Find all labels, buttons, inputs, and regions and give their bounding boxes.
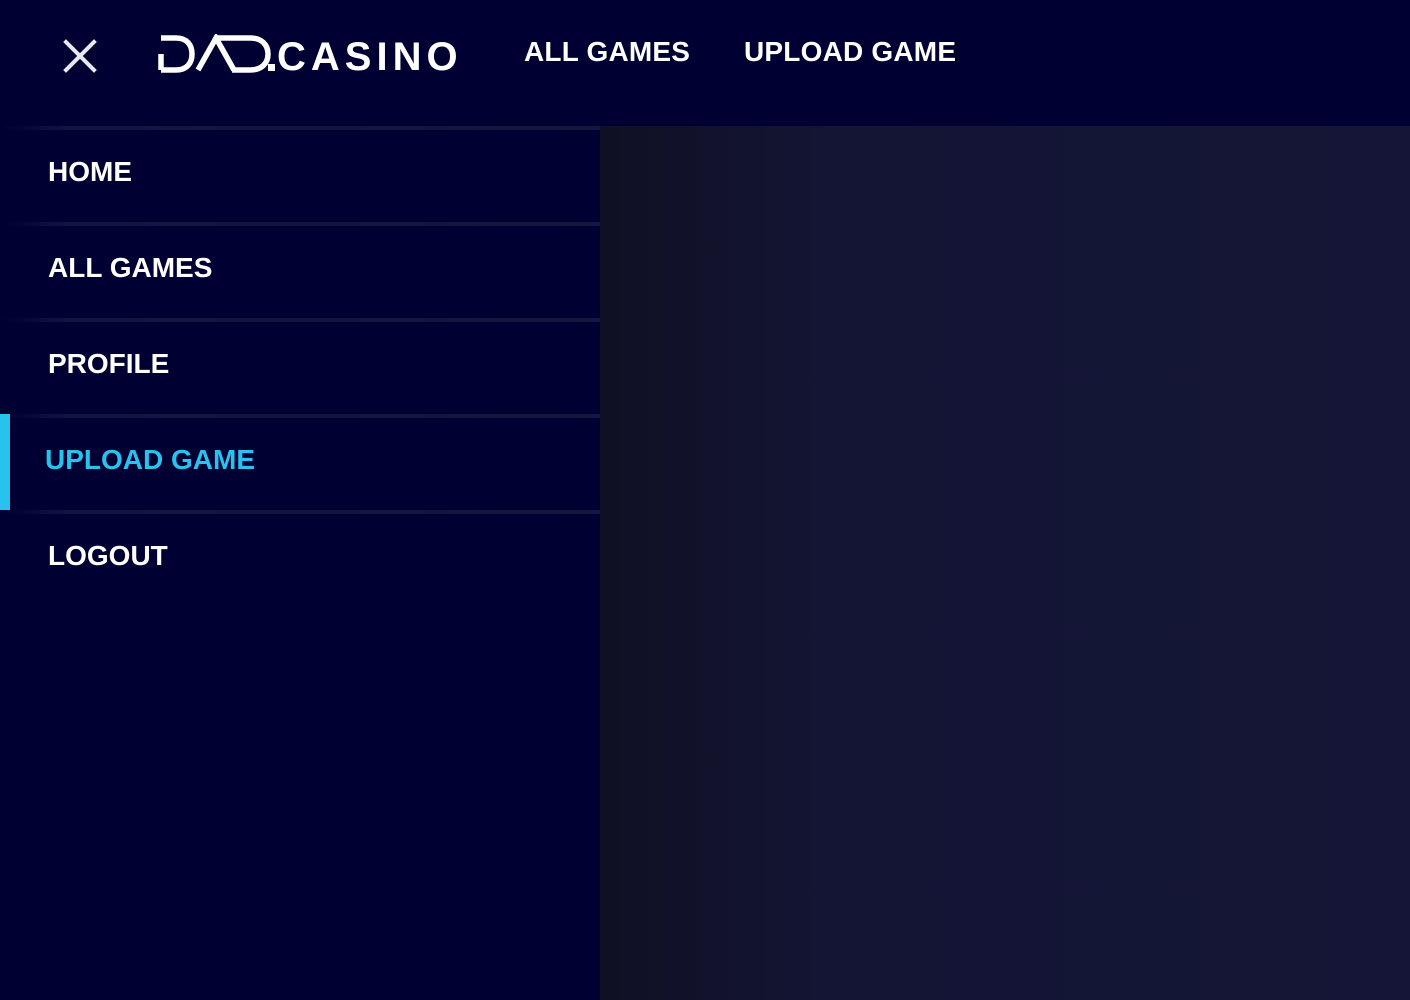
menu-divider	[0, 510, 600, 514]
menu-item-home[interactable]: HOME	[0, 126, 600, 218]
close-menu-button[interactable]	[58, 32, 102, 80]
menu-item-label: HOME	[48, 156, 132, 187]
menu-item-label: ALL GAMES	[48, 252, 213, 283]
menu-item-logout[interactable]: LOGOUT	[0, 510, 600, 602]
menu-divider	[0, 318, 600, 322]
logo-wordmark: CASINO	[158, 34, 462, 74]
header-nav-all-games[interactable]: ALL GAMES	[524, 34, 690, 70]
menu-item-all-games[interactable]: ALL GAMES	[0, 222, 600, 314]
menu-item-label: PROFILE	[48, 348, 170, 379]
top-header: CASINO ALL GAMES UPLOAD GAME	[0, 0, 1410, 126]
side-menu: HOME ALL GAMES PROFILE UPLOAD GAME LOGOU…	[0, 126, 600, 1000]
menu-item-label: LOGOUT	[48, 540, 168, 571]
content-overlay[interactable]	[600, 126, 1410, 1000]
menu-item-profile[interactable]: PROFILE	[0, 318, 600, 410]
menu-divider	[0, 414, 600, 418]
menu-divider	[0, 222, 600, 226]
menu-divider	[0, 126, 600, 130]
active-indicator	[0, 414, 10, 510]
menu-item-label: UPLOAD GAME	[45, 444, 255, 475]
close-icon	[63, 39, 97, 73]
logo-text: CASINO	[277, 35, 462, 74]
header-nav-upload-game[interactable]: UPLOAD GAME	[744, 34, 956, 70]
menu-item-upload-game[interactable]: UPLOAD GAME	[0, 414, 600, 510]
app-window: CASINO ALL GAMES UPLOAD GAME HOME ALL GA…	[0, 0, 1410, 1000]
dao-casino-logo[interactable]: CASINO	[158, 34, 462, 74]
